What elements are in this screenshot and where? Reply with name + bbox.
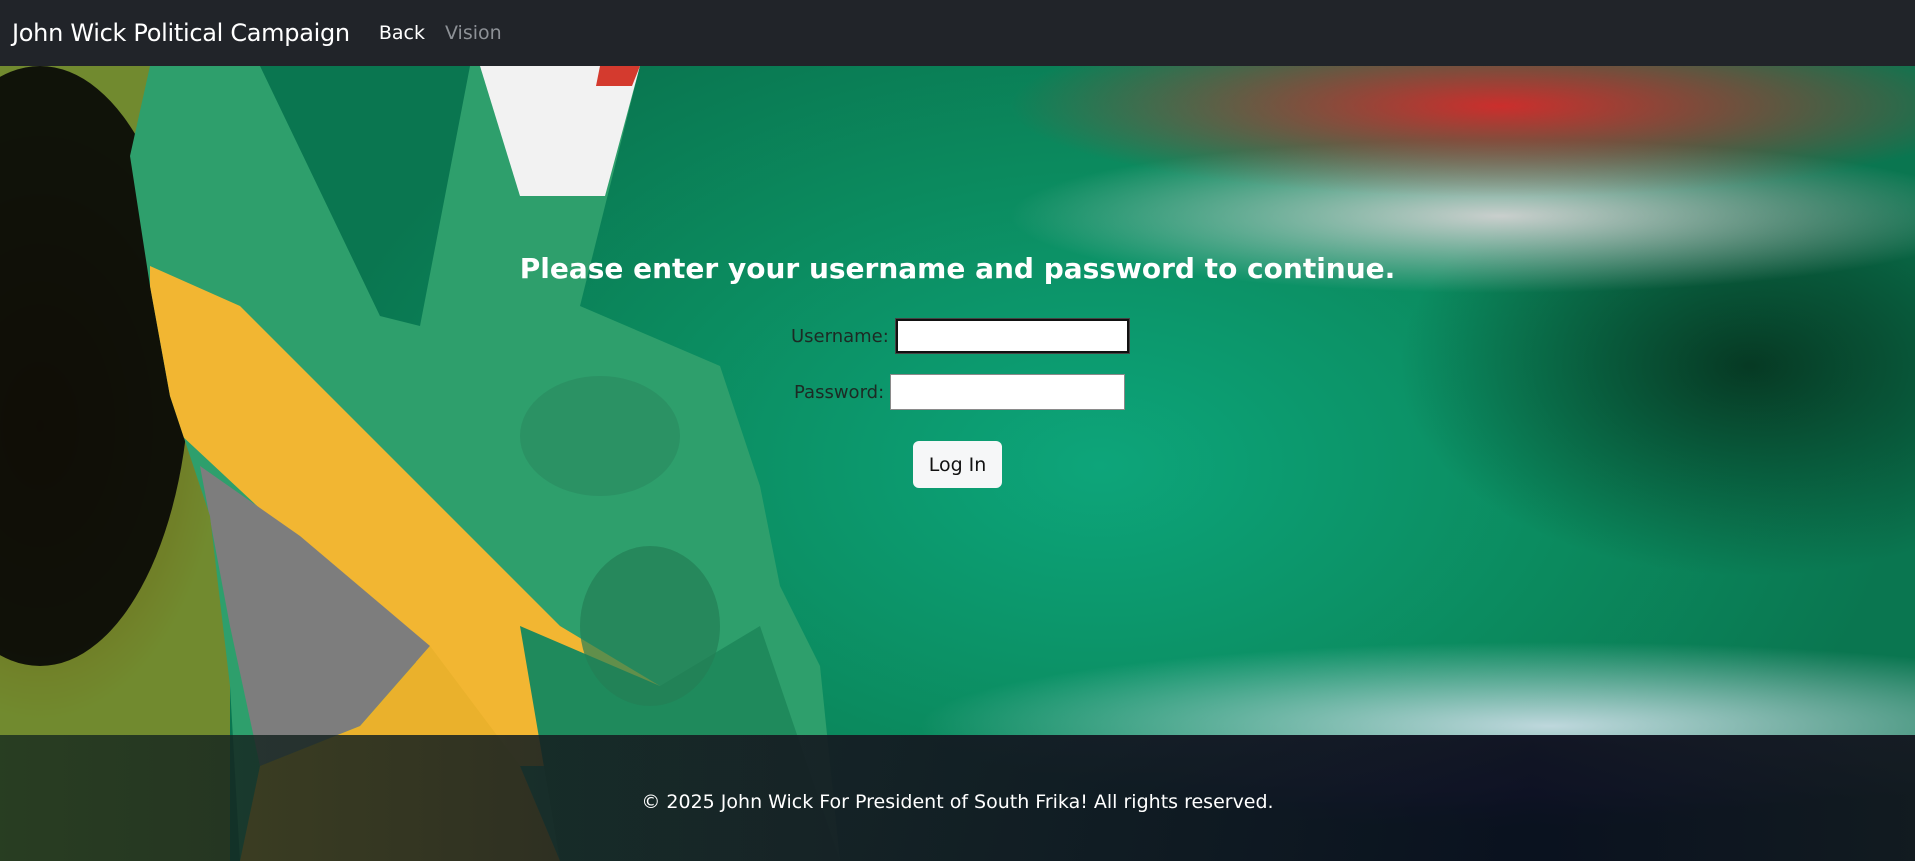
password-row: Password: [794, 374, 1126, 410]
password-label: Password: [794, 381, 885, 403]
footer: © 2025 John Wick For President of South … [0, 735, 1915, 861]
login-heading: Please enter your username and password … [519, 252, 1396, 285]
username-row: Username: [791, 318, 1130, 354]
nav-link-vision[interactable]: Vision [445, 22, 502, 44]
brand-link[interactable]: John Wick Political Campaign [12, 19, 350, 47]
username-label: Username: [791, 325, 889, 347]
log-in-button[interactable]: Log In [913, 441, 1002, 488]
username-input[interactable] [894, 318, 1130, 354]
footer-copyright: © 2025 John Wick For President of South … [641, 791, 1274, 813]
nav-link-back[interactable]: Back [379, 22, 425, 44]
password-input[interactable] [890, 374, 1126, 410]
navbar: John Wick Political Campaign Back Vision [0, 0, 1915, 66]
